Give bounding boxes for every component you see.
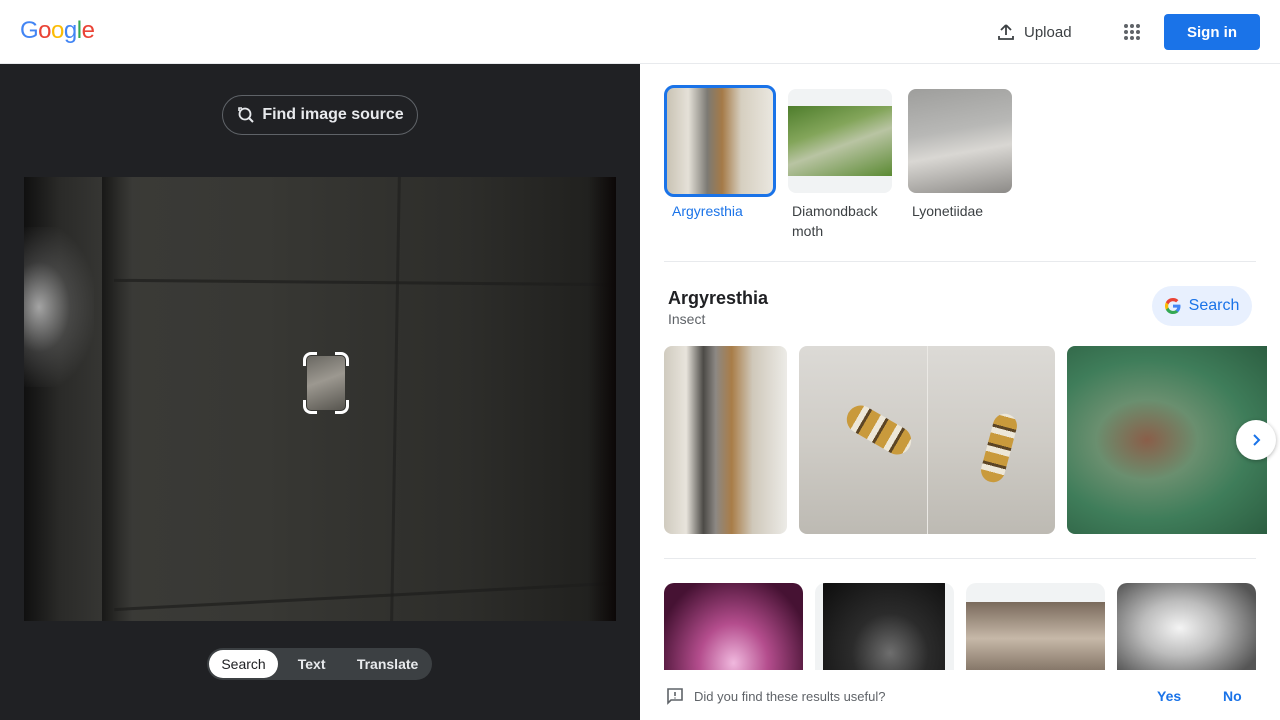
mode-switcher: Search Text Translate xyxy=(207,648,432,680)
entity-thumbnail xyxy=(664,85,776,197)
crop-handle[interactable] xyxy=(335,400,349,414)
entity-label: Argyresthia xyxy=(672,203,743,219)
entity-label: Lyonetiidae xyxy=(912,203,984,219)
entity-label: Diamondback moth xyxy=(792,203,878,239)
crop-handle[interactable] xyxy=(303,400,317,414)
result-image[interactable] xyxy=(799,346,1055,534)
logo-letter: G xyxy=(20,17,39,44)
find-image-source-button[interactable]: Find image source xyxy=(222,95,418,135)
apps-grid-icon xyxy=(1124,24,1140,40)
image-dark-edge xyxy=(588,177,616,621)
feedback-bar: Did you find these results useful? Yes N… xyxy=(640,670,1280,720)
crop-handle[interactable] xyxy=(303,352,317,366)
next-results-button[interactable] xyxy=(1236,420,1276,460)
top-bar: Google Upload Sign in xyxy=(0,0,1280,64)
google-g-icon xyxy=(1164,298,1181,314)
entity-type: Insect xyxy=(668,311,706,327)
feedback-yes-button[interactable]: Yes xyxy=(1157,688,1181,704)
moth-shape xyxy=(841,400,917,460)
image-viewer-panel: Find image source Search Text Translate xyxy=(0,64,640,720)
entity-chip-argyresthia[interactable]: Argyresthia xyxy=(664,85,776,221)
divider xyxy=(664,261,1256,262)
logo-letter: o xyxy=(51,17,64,44)
visual-match-image[interactable] xyxy=(966,583,1105,683)
feedback-question: Did you find these results useful? xyxy=(694,689,886,704)
tile-grout xyxy=(390,177,401,621)
find-image-source-label: Find image source xyxy=(262,106,404,123)
query-image[interactable] xyxy=(24,177,616,621)
search-label: Search xyxy=(1188,297,1240,314)
image-seam xyxy=(927,346,928,534)
results-panel: Argyresthia Diamondback moth Lyonetiidae… xyxy=(640,64,1280,720)
entity-chip-diamondback-moth[interactable]: Diamondback moth xyxy=(788,89,896,241)
logo-letter: e xyxy=(81,17,95,44)
mode-translate-tab[interactable]: Translate xyxy=(345,650,430,678)
chevron-right-icon xyxy=(1253,434,1261,446)
upload-icon xyxy=(998,24,1014,40)
logo-letter: g xyxy=(63,17,77,44)
feedback-icon xyxy=(667,688,683,705)
google-logo[interactable]: Google xyxy=(20,17,95,45)
image-shadow-edge xyxy=(102,177,132,621)
entity-thumbnail xyxy=(788,89,892,193)
visual-match-image[interactable] xyxy=(1117,583,1256,683)
upload-label: Upload xyxy=(1024,23,1072,41)
moth-shape xyxy=(978,411,1020,485)
tile-grout xyxy=(114,581,614,612)
crop-selector[interactable] xyxy=(303,352,349,414)
feedback-no-button[interactable]: No xyxy=(1223,688,1242,704)
tile-grout xyxy=(113,278,615,287)
crop-handle[interactable] xyxy=(335,352,349,366)
visual-match-image[interactable] xyxy=(815,583,954,683)
apps-button[interactable] xyxy=(1116,16,1148,48)
entity-title: Argyresthia xyxy=(668,288,769,308)
sign-in-button[interactable]: Sign in xyxy=(1164,14,1260,50)
mode-search-tab[interactable]: Search xyxy=(209,650,279,678)
upload-button[interactable]: Upload xyxy=(986,16,1082,48)
result-image[interactable] xyxy=(664,346,787,534)
entity-thumbnail xyxy=(908,89,1012,193)
divider xyxy=(664,558,1256,559)
image-search-icon xyxy=(238,107,255,123)
visual-match-image[interactable] xyxy=(664,583,803,683)
google-search-button[interactable]: Search xyxy=(1152,286,1252,326)
logo-letter: o xyxy=(38,17,52,44)
light-glare xyxy=(24,227,94,387)
mode-text-tab[interactable]: Text xyxy=(278,650,345,678)
entity-chip-lyonetiidae[interactable]: Lyonetiidae xyxy=(908,89,1016,221)
